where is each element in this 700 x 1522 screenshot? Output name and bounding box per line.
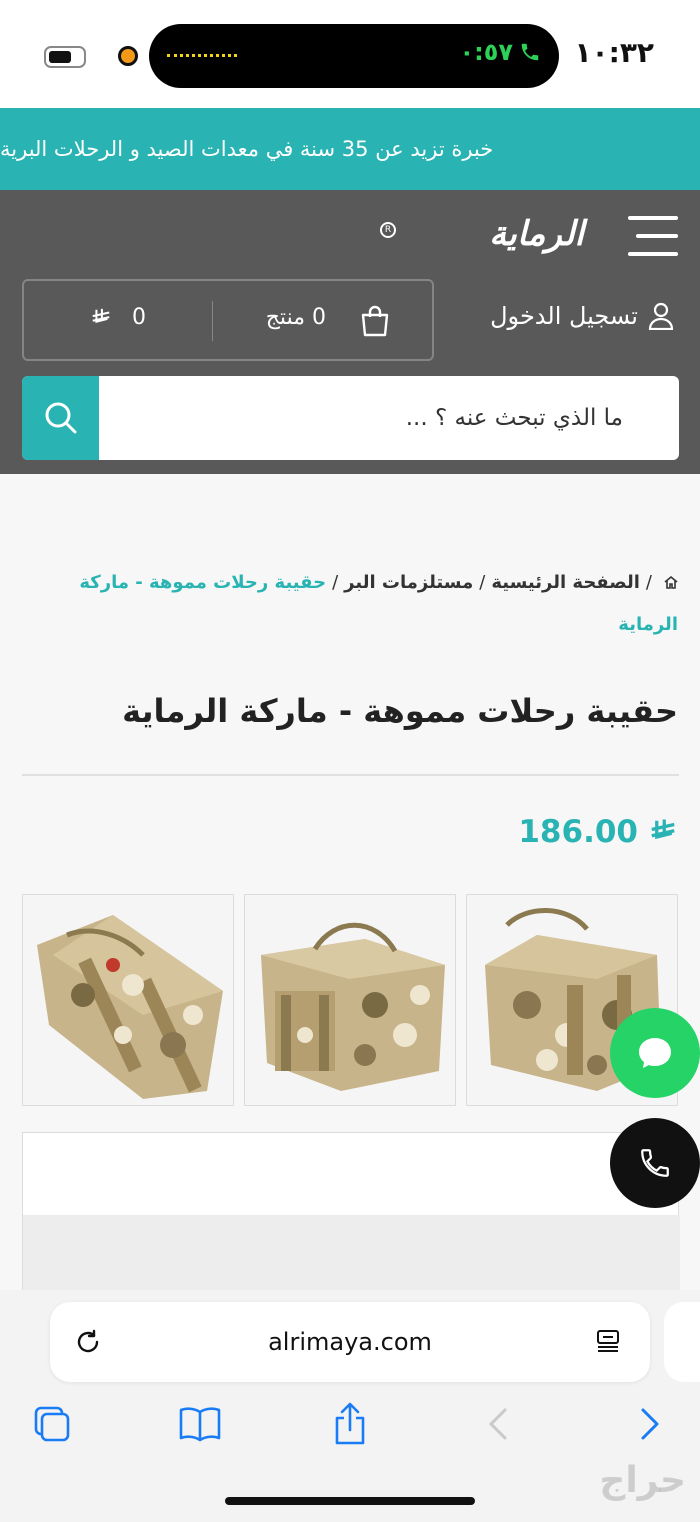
dynamic-island[interactable]: ٠:٥٧ [149, 24, 559, 88]
riyal-symbol-icon [92, 308, 110, 323]
cart-total: 0 [90, 305, 146, 330]
product-thumbnail-3[interactable] [22, 894, 234, 1106]
url-text: alrimaya.com [268, 1328, 432, 1356]
back-button[interactable] [476, 1402, 520, 1446]
site-header: الرماية R 0 منتج 0 تسجيل الدخول [0, 190, 700, 474]
camo-bag-image [245, 895, 455, 1105]
cart-divider [212, 301, 213, 341]
cart-item-count: 0 منتج [265, 305, 326, 330]
hamburger-menu-icon[interactable] [628, 214, 678, 258]
riyal-symbol-icon [651, 819, 675, 840]
product-main-image[interactable] [22, 1132, 680, 1295]
tabs-button[interactable] [30, 1402, 74, 1446]
audio-waveform-icon [167, 54, 237, 57]
breadcrumb-category[interactable]: مستلزمات البر [344, 572, 473, 593]
home-icon[interactable] [664, 575, 678, 589]
user-icon [648, 302, 674, 330]
battery-icon [44, 46, 86, 68]
product-thumbnail-2[interactable] [244, 894, 456, 1106]
shopping-bag-icon [361, 305, 389, 337]
price-value: 186.00 [518, 814, 638, 850]
camo-bag-image [23, 895, 233, 1105]
status-time: ١٠:٣٢ [574, 36, 654, 69]
chevron-right-icon [641, 1408, 659, 1440]
bookmarks-button[interactable] [178, 1402, 222, 1446]
share-button[interactable] [328, 1402, 372, 1446]
phone-icon [641, 1149, 669, 1177]
reader-mode-icon[interactable] [594, 1328, 622, 1356]
cart-total-value: 0 [132, 305, 146, 330]
book-icon [179, 1407, 221, 1442]
chat-bubble-icon [639, 1038, 671, 1068]
login-label: تسجيل الدخول [490, 302, 638, 330]
home-indicator[interactable] [225, 1497, 475, 1505]
address-bar[interactable]: alrimaya.com [50, 1302, 650, 1382]
browser-toolbar: alrimaya.com حراج [0, 1290, 700, 1522]
image-placeholder [23, 1215, 680, 1295]
product-page: /الصفحة الرئيسية/مستلزمات البر/حقيبة رحل… [0, 474, 700, 1295]
breadcrumb: /الصفحة الرئيسية/مستلزمات البر/حقيبة رحل… [79, 572, 678, 635]
site-logo[interactable]: الرماية [380, 214, 585, 258]
breadcrumb-home[interactable]: الصفحة الرئيسية [491, 572, 640, 593]
privacy-indicator-dot [118, 46, 138, 66]
login-link[interactable]: تسجيل الدخول [490, 302, 674, 330]
next-tab-preview[interactable] [664, 1302, 700, 1382]
product-price: 186.00 [518, 814, 678, 850]
registered-mark: R [380, 222, 396, 238]
search-button[interactable] [22, 376, 99, 460]
product-title: حقيبة رحلات مموهة - ماركة الرماية [122, 692, 678, 730]
search-icon [45, 402, 76, 434]
status-bar: ٠:٥٧ ١٠:٣٢ [0, 0, 700, 108]
product-thumbnails [22, 894, 679, 1106]
phone-icon [521, 43, 539, 61]
search-input[interactable] [102, 376, 679, 460]
promo-banner: خبرة تزيد عن 35 سنة في معدات الصيد و الر… [0, 108, 700, 190]
cart-summary[interactable]: 0 منتج 0 [22, 279, 434, 361]
whatsapp-chat-button[interactable] [610, 1008, 700, 1098]
chevron-left-icon [489, 1408, 507, 1440]
watermark-logo: حراج [599, 1460, 686, 1501]
share-icon [335, 1402, 365, 1445]
divider [22, 774, 679, 776]
tabs-icon [34, 1406, 70, 1442]
search-bar [22, 376, 679, 460]
call-button[interactable] [610, 1118, 700, 1208]
forward-button[interactable] [628, 1402, 672, 1446]
promo-text: خبرة تزيد عن 35 سنة في معدات الصيد و الر… [0, 137, 494, 161]
call-timer: ٠:٥٧ [459, 38, 513, 66]
call-indicator: ٠:٥٧ [459, 38, 541, 66]
